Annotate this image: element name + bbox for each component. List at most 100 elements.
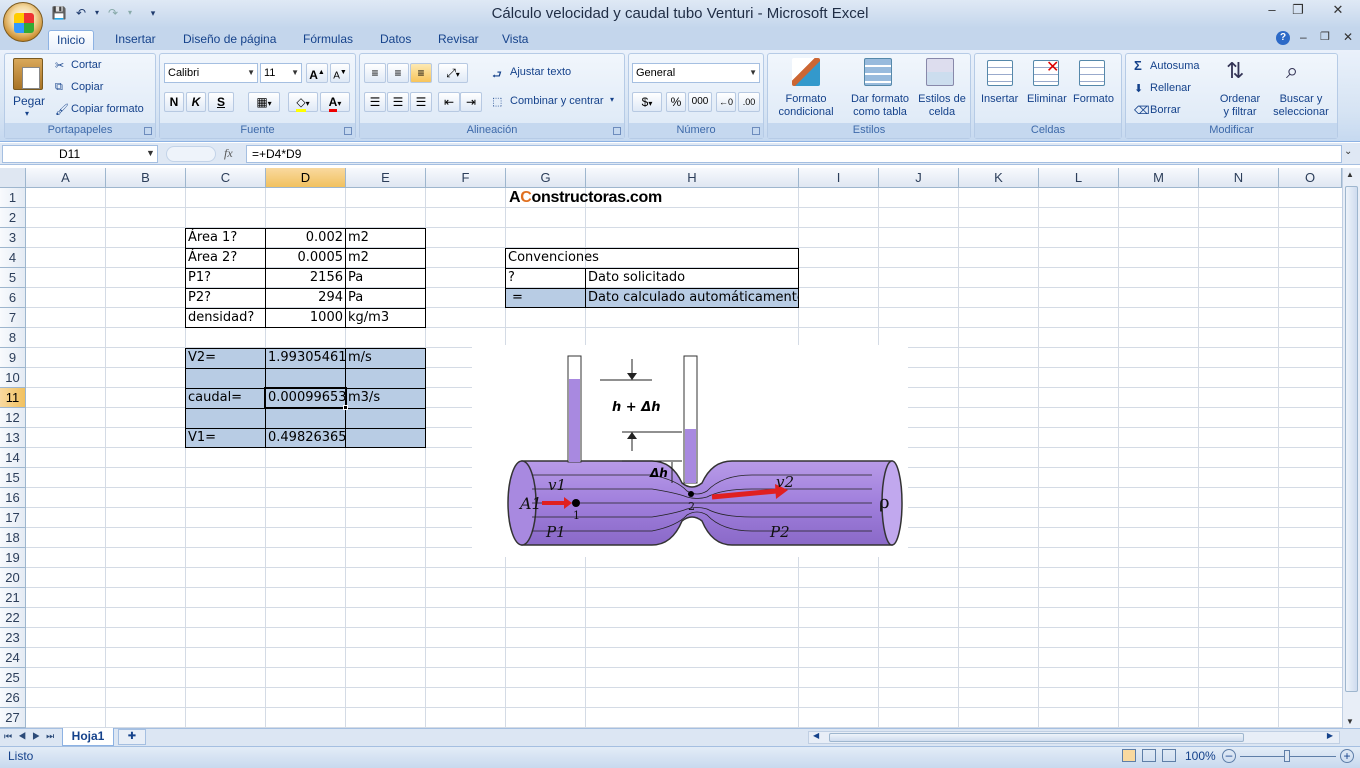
vertical-scrollbar[interactable]: ▲ ▼ — [1342, 168, 1360, 728]
cut-icon[interactable]: ✂ — [55, 59, 64, 72]
minimize-window-button[interactable]: – — [1258, 0, 1286, 20]
cell-c11[interactable]: caudal= — [186, 388, 265, 408]
align-bottom-button[interactable]: ≡ — [410, 63, 432, 83]
align-right-button[interactable]: ☰ — [410, 92, 432, 112]
row-header-2[interactable]: 2 — [0, 208, 26, 228]
help-icon[interactable]: ? — [1276, 31, 1290, 45]
normal-view-icon[interactable] — [1122, 749, 1136, 762]
zoom-slider-thumb[interactable] — [1284, 750, 1290, 762]
row-header-24[interactable]: 24 — [0, 648, 26, 668]
row-header-3[interactable]: 3 — [0, 228, 26, 248]
column-header-a[interactable]: A — [26, 168, 106, 188]
insert-function-icon[interactable]: fx — [224, 146, 233, 161]
row-header-19[interactable]: 19 — [0, 548, 26, 568]
close-workbook-button[interactable]: ✕ — [1343, 30, 1353, 44]
wrap-text-icon[interactable]: ⮐ — [492, 66, 502, 85]
cell-styles-icon[interactable] — [926, 58, 954, 86]
merge-center-icon[interactable]: ⬚ — [492, 95, 502, 108]
italic-button[interactable]: K — [186, 92, 206, 112]
increase-indent-button[interactable]: ⇥ — [460, 92, 482, 112]
cell-e3[interactable]: m2 — [346, 228, 425, 248]
row-header-16[interactable]: 16 — [0, 488, 26, 508]
cell-e11[interactable]: m3/s — [346, 388, 425, 408]
tab-vista[interactable]: Vista — [494, 30, 536, 50]
format-cells-button[interactable]: Formato — [1073, 93, 1114, 105]
format-as-table-icon[interactable] — [864, 58, 892, 86]
paste-button[interactable]: Pegar — [13, 94, 45, 108]
row-header-20[interactable]: 20 — [0, 568, 26, 588]
number-format-combo[interactable]: General ▼ — [632, 63, 760, 83]
row-header-15[interactable]: 15 — [0, 468, 26, 488]
currency-button[interactable]: $▾ — [632, 92, 662, 112]
office-button[interactable] — [3, 2, 43, 42]
name-box-dropdown-icon[interactable]: ▼ — [146, 148, 155, 158]
sheet-tab-hoja1[interactable]: Hoja1 — [62, 728, 114, 746]
cell-g6[interactable]: = — [506, 288, 584, 308]
cell-c13[interactable]: V1= — [186, 428, 265, 448]
format-as-table-button[interactable]: Dar formato como tabla — [844, 93, 916, 119]
horizontal-scrollbar[interactable]: ◀ ▶ — [808, 731, 1340, 744]
page-layout-view-icon[interactable] — [1142, 749, 1156, 762]
row-header-17[interactable]: 17 — [0, 508, 26, 528]
cell-e9[interactable]: m/s — [346, 348, 425, 368]
align-middle-button[interactable]: ≡ — [387, 63, 409, 83]
close-window-button[interactable]: ✕ — [1324, 0, 1352, 20]
restore-window-button[interactable]: ❐ — [1284, 0, 1312, 20]
grow-font-button[interactable]: A▲ — [306, 63, 328, 83]
restore-workbook-button[interactable]: ❐ — [1320, 30, 1330, 43]
sheet-nav-icons[interactable]: ⏮◀▶⏭ — [4, 731, 60, 742]
cell-c3[interactable]: Área 1? — [186, 228, 265, 248]
row-header-5[interactable]: 5 — [0, 268, 26, 288]
borders-button[interactable]: ▦▾ — [248, 92, 280, 112]
cell-h5[interactable]: Dato solicitado — [586, 268, 798, 288]
sort-filter-button[interactable]: Ordenar y filtrar — [1218, 93, 1262, 119]
binoculars-icon[interactable]: ⌕ — [1286, 58, 1316, 88]
row-header-23[interactable]: 23 — [0, 628, 26, 648]
cell-d3[interactable]: 0.002 — [266, 228, 345, 248]
select-all-corner[interactable] — [0, 168, 26, 188]
redo-icon[interactable]: ↷ — [104, 5, 122, 21]
cut-button[interactable]: Cortar — [71, 59, 102, 71]
column-header-n[interactable]: N — [1199, 168, 1279, 188]
row-header-8[interactable]: 8 — [0, 328, 26, 348]
row-header-9[interactable]: 9 — [0, 348, 26, 368]
delete-cells-icon[interactable]: ✕ — [1033, 59, 1059, 86]
paste-dropdown-icon[interactable]: ▾ — [25, 109, 29, 118]
format-cells-icon[interactable] — [1079, 60, 1105, 86]
zoom-level[interactable]: 100% — [1185, 749, 1216, 763]
cell-h6[interactable]: Dato calculado automáticamente — [586, 288, 798, 308]
sort-filter-icon[interactable]: ⇅ — [1226, 58, 1254, 88]
tab-revisar[interactable]: Revisar — [430, 30, 487, 50]
customize-qat-icon[interactable]: ▾ — [144, 5, 162, 21]
name-box[interactable]: D11 — [2, 145, 158, 163]
column-header-e[interactable]: E — [346, 168, 426, 188]
column-header-o[interactable]: O — [1279, 168, 1342, 188]
clear-button[interactable]: Borrar — [1150, 104, 1181, 116]
insert-cells-icon[interactable] — [987, 60, 1013, 86]
cell-d9[interactable]: 1.99305461 — [266, 348, 345, 368]
scroll-down-icon[interactable]: ▼ — [1346, 717, 1354, 726]
wrap-text-button[interactable]: Ajustar texto — [510, 66, 571, 78]
column-header-m[interactable]: M — [1119, 168, 1199, 188]
cell-d7[interactable]: 1000 — [266, 308, 345, 328]
merge-center-button[interactable]: Combinar y centrar — [510, 95, 604, 107]
page-break-view-icon[interactable] — [1162, 749, 1176, 762]
autosum-button[interactable]: Autosuma — [1150, 60, 1200, 72]
formula-input[interactable]: =+D4*D9 — [246, 145, 1342, 163]
thousands-button[interactable]: 000 — [688, 92, 712, 112]
format-painter-button[interactable]: Copiar formato — [71, 103, 144, 115]
cell-c9[interactable]: V2= — [186, 348, 265, 368]
fill-button[interactable]: Rellenar — [1150, 82, 1191, 94]
format-painter-icon[interactable]: 🖌 — [55, 103, 69, 116]
row-header-4[interactable]: 4 — [0, 248, 26, 268]
align-left-button[interactable]: ☰ — [364, 92, 386, 112]
insert-sheet-icon[interactable]: ✚ — [118, 729, 146, 745]
minimize-workbook-button[interactable]: – — [1300, 30, 1307, 44]
align-center-button[interactable]: ☰ — [387, 92, 409, 112]
eraser-icon[interactable]: ⌫ — [1134, 104, 1150, 117]
fill-down-icon[interactable]: ⬇ — [1134, 82, 1143, 95]
column-header-c[interactable]: C — [186, 168, 266, 188]
column-header-h[interactable]: H — [586, 168, 799, 188]
zoom-in-icon[interactable]: + — [1340, 749, 1354, 763]
column-header-k[interactable]: K — [959, 168, 1039, 188]
